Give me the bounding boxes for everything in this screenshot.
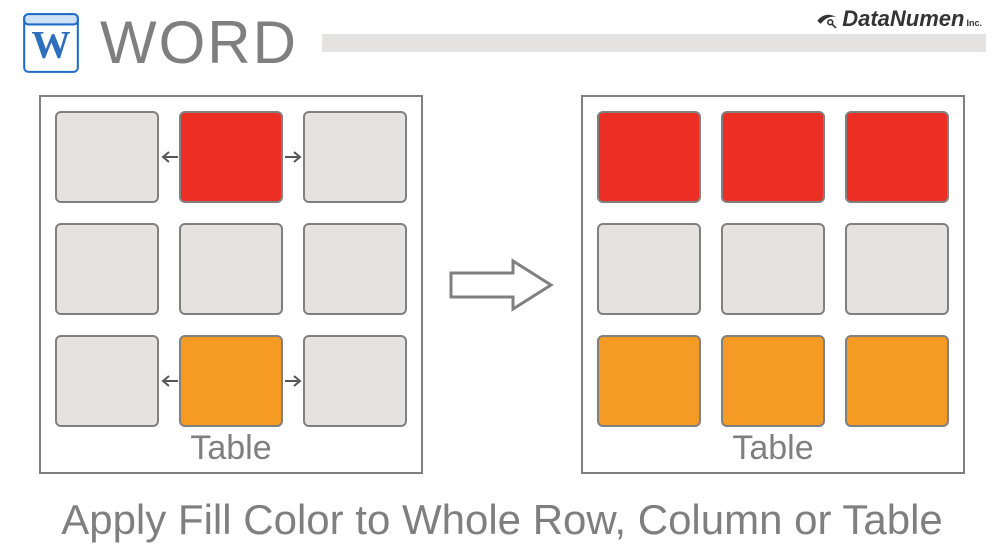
cell [721,111,825,203]
cell [303,223,407,315]
word-app-icon: W [18,10,84,76]
cell [721,335,825,427]
right-table-box: Table [581,95,965,474]
cell [55,223,159,315]
cell [597,223,701,315]
cell [845,111,949,203]
caption: Apply Fill Color to Whole Row, Column or… [0,496,1004,544]
brand-logo: DataNumen Inc. [814,6,982,32]
cell [179,111,283,203]
cell [845,335,949,427]
cell [179,335,283,427]
cell [55,111,159,203]
arrow-left-icon [160,149,180,165]
arrow-right-icon [283,149,303,165]
cell [55,335,159,427]
arrow-right-icon [283,373,303,389]
brand-name: DataNumen [842,6,964,32]
cell [303,335,407,427]
header: W WORD DataNumen Inc. [0,0,1004,77]
brand-swoosh-icon [814,6,840,32]
right-table-grid [597,111,949,427]
brand-suffix: Inc. [966,18,982,28]
diagram-area: Table Table [0,95,1004,474]
arrow-left-icon [160,373,180,389]
cell [845,223,949,315]
left-table-grid [55,111,407,427]
cell [721,223,825,315]
left-table-box: Table [39,95,423,474]
cell [597,111,701,203]
header-divider-bar [322,34,986,52]
cell [597,335,701,427]
svg-text:W: W [31,23,70,66]
right-table-label: Table [597,429,949,468]
left-table-label: Table [55,429,407,468]
cell [179,223,283,315]
header-title: WORD [100,8,298,77]
cell [303,111,407,203]
transform-arrow-icon [447,255,557,315]
